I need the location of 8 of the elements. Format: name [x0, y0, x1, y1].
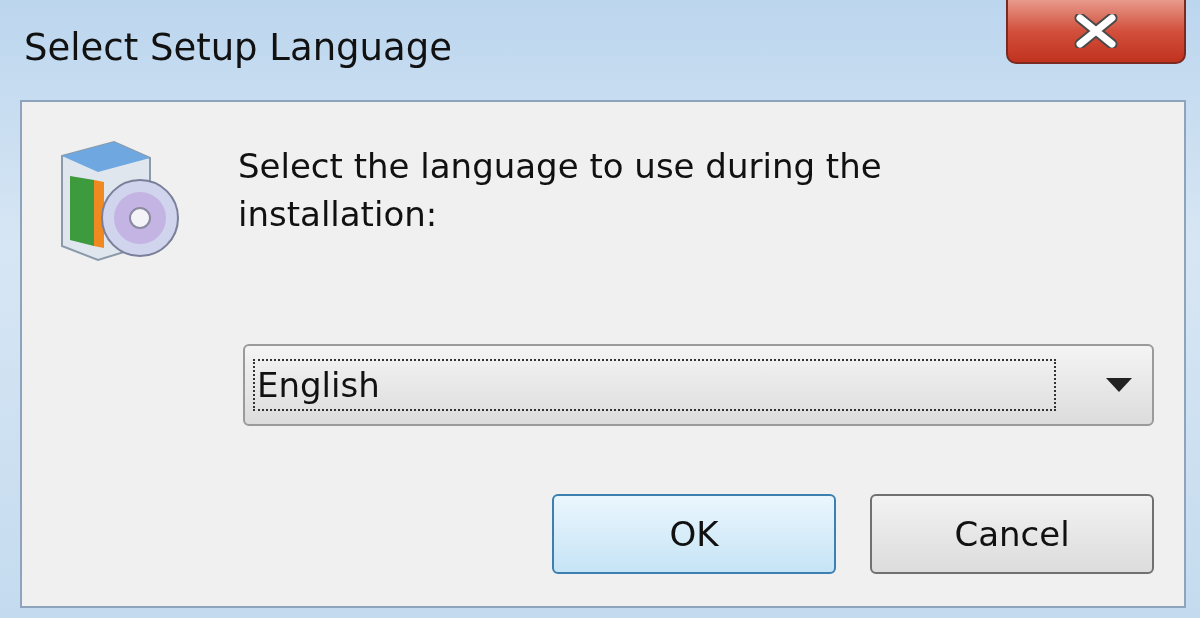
instruction-text: Select the language to use during the installation: — [238, 145, 883, 236]
dialog-button[interactable]: OK — [552, 494, 836, 574]
dialog-button[interactable]: Cancel — [870, 494, 1154, 574]
close-icon — [1074, 14, 1118, 48]
dropdown-arrow-icon — [1106, 378, 1132, 392]
window-title: Select Setup Language — [24, 26, 452, 69]
language-dropdown[interactable]: English — [243, 344, 1154, 426]
close-button[interactable] — [1006, 0, 1186, 64]
